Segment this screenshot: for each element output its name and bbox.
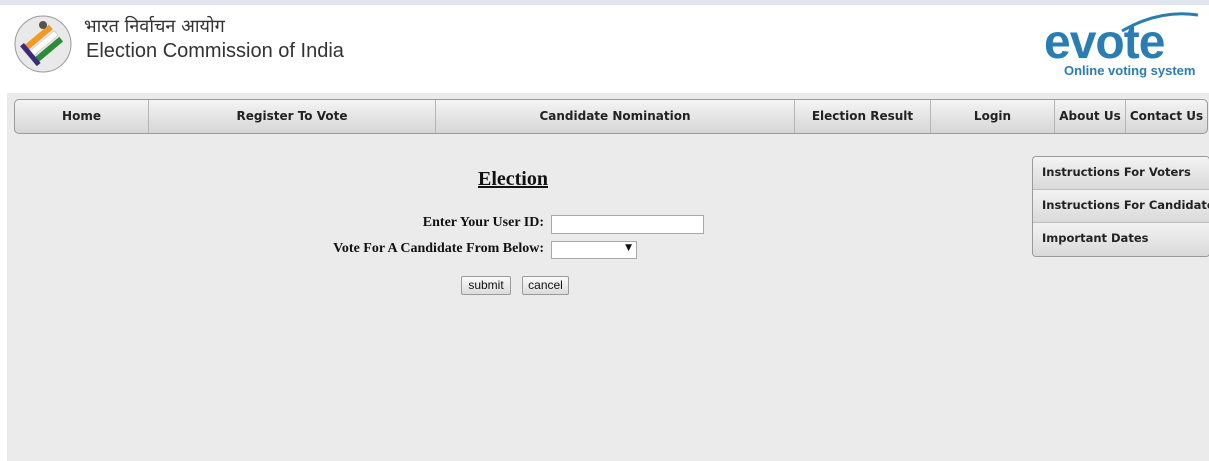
side-item-instructions-voters[interactable]: Instructions For Voters xyxy=(1033,157,1209,190)
content-area xyxy=(7,93,1209,461)
page-title: Election xyxy=(478,168,548,190)
header: भारत निर्वाचन आयोग Election Commission o… xyxy=(0,5,1209,93)
nav-login[interactable]: Login xyxy=(931,100,1055,133)
hindi-title: भारत निर्वाचन आयोग xyxy=(84,16,225,37)
candidate-label: Vote For A Candidate From Below: xyxy=(333,241,544,256)
nav-about-us[interactable]: About Us xyxy=(1055,100,1126,133)
main-navbar: Home Register To Vote Candidate Nominati… xyxy=(14,99,1208,134)
organization-title: Election Commission of India xyxy=(86,40,344,62)
evote-swoosh-icon xyxy=(1121,12,1199,33)
evote-tagline: Online voting system xyxy=(1064,63,1196,78)
dropdown-arrow-icon: ▼ xyxy=(625,243,632,253)
side-menu: Instructions For Voters Instructions For… xyxy=(1032,156,1209,257)
side-item-important-dates[interactable]: Important Dates xyxy=(1033,223,1209,256)
nav-contact-us[interactable]: Contact Us xyxy=(1126,100,1207,133)
nav-election-result[interactable]: Election Result xyxy=(795,100,931,133)
submit-button[interactable]: submit xyxy=(461,276,511,295)
candidate-select[interactable]: ▼ xyxy=(551,241,637,259)
nav-home[interactable]: Home xyxy=(15,100,149,133)
userid-label: Enter Your User ID: xyxy=(422,215,544,230)
eci-logo xyxy=(14,15,72,73)
side-item-instructions-candidates[interactable]: Instructions For Candidates xyxy=(1033,190,1209,223)
nav-candidate-nomination[interactable]: Candidate Nomination xyxy=(436,100,795,133)
userid-input[interactable] xyxy=(551,215,704,234)
cancel-button[interactable]: cancel xyxy=(522,276,569,295)
nav-register-to-vote[interactable]: Register To Vote xyxy=(149,100,436,133)
